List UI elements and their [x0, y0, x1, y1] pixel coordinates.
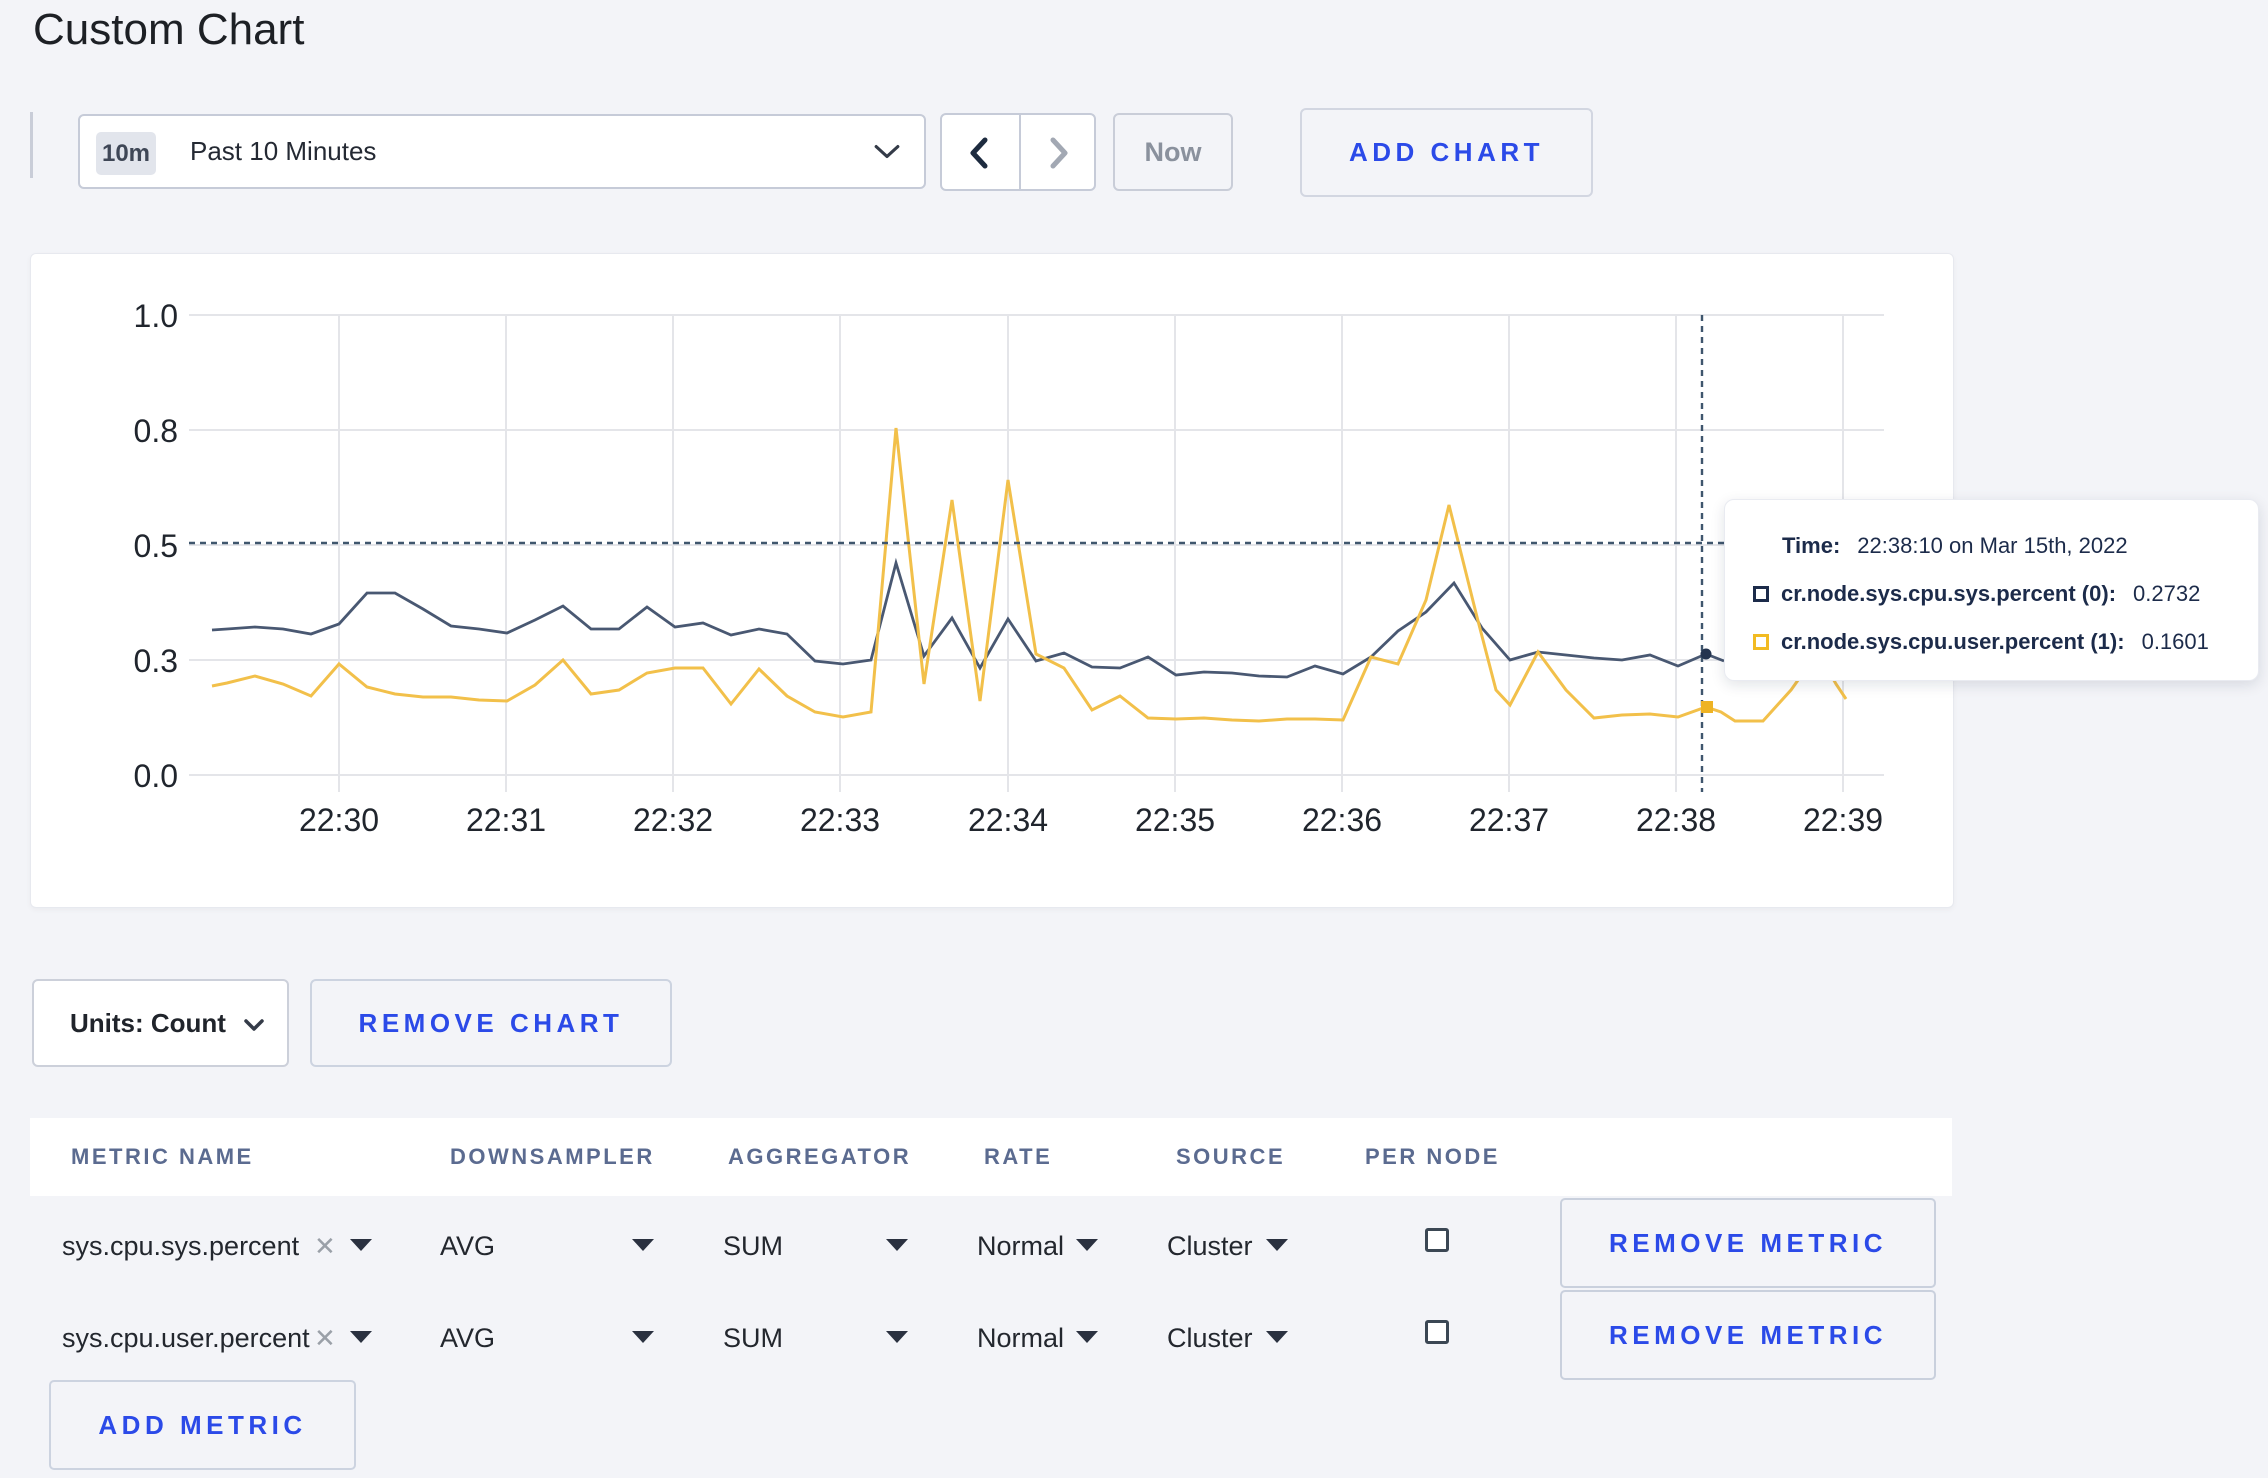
svg-text:1.0: 1.0	[134, 298, 178, 334]
svg-text:22:37: 22:37	[1469, 802, 1549, 838]
svg-text:22:35: 22:35	[1135, 802, 1215, 838]
svg-text:22:36: 22:36	[1302, 802, 1382, 838]
svg-text:22:39: 22:39	[1803, 802, 1883, 838]
svg-text:0.0: 0.0	[134, 758, 178, 794]
svg-text:22:34: 22:34	[968, 802, 1048, 838]
svg-text:22:30: 22:30	[299, 802, 379, 838]
svg-text:22:33: 22:33	[800, 802, 880, 838]
svg-text:22:31: 22:31	[466, 802, 546, 838]
svg-text:22:32: 22:32	[633, 802, 713, 838]
svg-text:0.3: 0.3	[134, 643, 178, 679]
svg-text:22:38: 22:38	[1636, 802, 1716, 838]
svg-text:0.5: 0.5	[134, 528, 178, 564]
svg-text:0.8: 0.8	[134, 413, 178, 449]
